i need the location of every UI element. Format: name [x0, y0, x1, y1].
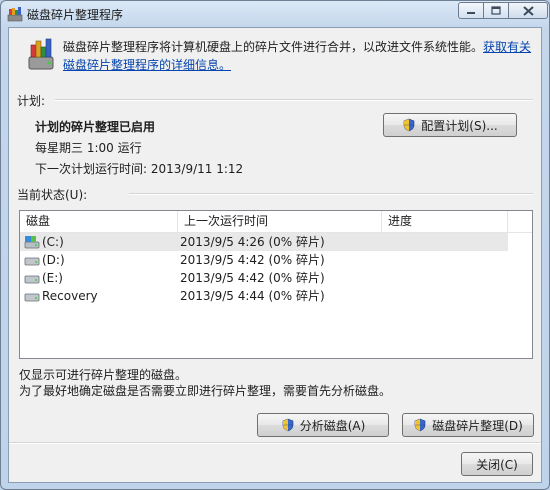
close-button[interactable]: 关闭(C): [461, 452, 533, 476]
disk-last-run: 2013/9/5 4:44 (0% 碎片): [180, 289, 325, 303]
shield-icon: [282, 418, 294, 432]
minimize-button[interactable]: [458, 2, 484, 19]
intro-description: 磁盘碎片整理程序将计算机硬盘上的碎片文件进行合并，以改进文件系统性能。: [63, 40, 484, 54]
shield-icon: [414, 418, 426, 432]
disk-list-header: 磁盘 上一次运行时间 进度: [20, 211, 532, 233]
note-line-1: 仅显示可进行碎片整理的磁盘。: [19, 368, 188, 382]
analyze-disk-button[interactable]: 分析磁盘(A): [257, 413, 389, 437]
column-progress[interactable]: 进度: [382, 211, 508, 232]
minimize-icon: [467, 11, 475, 14]
schedule-status: 计划的碎片整理已启用: [35, 120, 156, 134]
schedule-frequency: 每星期三 1:00 运行: [35, 141, 142, 155]
current-status-label: 当前状态(U):: [17, 188, 88, 202]
drive-icon: [24, 293, 40, 302]
client-area: 磁盘碎片整理程序将计算机硬盘上的碎片文件进行合并，以改进文件系统性能。获取有关磁…: [8, 27, 542, 483]
next-run-time: 下一次计划运行时间: 2013/9/11 1:12: [35, 162, 244, 176]
maximize-icon: [491, 6, 501, 15]
drive-icon: [24, 275, 40, 284]
close-label: 关闭(C): [476, 457, 518, 472]
configure-schedule-label: 配置计划(S)...: [421, 118, 498, 133]
disk-last-run: 2013/9/5 4:42 (0% 碎片): [180, 253, 325, 267]
status-separator: [129, 193, 533, 195]
drive-icon: [24, 257, 40, 266]
disk-name: (E:): [42, 271, 63, 285]
column-last-run[interactable]: 上一次运行时间: [178, 211, 382, 232]
column-disk[interactable]: 磁盘: [20, 211, 178, 232]
disk-row-d[interactable]: (D:) 2013/9/5 4:42 (0% 碎片): [20, 251, 508, 269]
close-icon: [522, 5, 534, 16]
analyze-disk-label: 分析磁盘(A): [299, 418, 366, 433]
defrag-icon: [28, 38, 54, 70]
configure-schedule-button[interactable]: 配置计划(S)...: [383, 113, 517, 137]
note-line-2: 为了最好地确定磁盘是否需要立即进行碎片整理，需要首先分析磁盘。: [19, 384, 392, 398]
system-drive-icon: [24, 236, 40, 249]
defragment-disk-label: 磁盘碎片整理(D): [432, 418, 523, 433]
disk-name: Recovery: [42, 289, 98, 303]
intro-text: 磁盘碎片整理程序将计算机硬盘上的碎片文件进行合并，以改进文件系统性能。获取有关磁…: [63, 38, 533, 74]
disk-last-run: 2013/9/5 4:26 (0% 碎片): [180, 235, 325, 249]
app-window: 磁盘碎片整理程序 磁盘碎片整理程序将计算机硬盘上的碎片文件进行合并，以改进文件系…: [0, 0, 550, 490]
schedule-separator: [55, 99, 533, 101]
maximize-button[interactable]: [483, 2, 509, 19]
disk-list[interactable]: 磁盘 上一次运行时间 进度 (C:) 2013/9/5 4:26 (0% 碎片): [19, 210, 533, 359]
close-window-button[interactable]: [508, 2, 548, 19]
footer-separator: [9, 442, 541, 444]
window-title: 磁盘碎片整理程序: [27, 8, 124, 22]
disk-last-run: 2013/9/5 4:42 (0% 碎片): [180, 271, 325, 285]
schedule-label: 计划:: [17, 94, 46, 108]
defrag-app-icon: [7, 7, 23, 22]
title-bar[interactable]: 磁盘碎片整理程序: [1, 1, 549, 27]
disk-row-recovery[interactable]: Recovery 2013/9/5 4:44 (0% 碎片): [20, 287, 508, 305]
disk-name: (C:): [42, 235, 64, 249]
list-blank-area: [508, 233, 530, 356]
disk-row-c[interactable]: (C:) 2013/9/5 4:26 (0% 碎片): [20, 233, 508, 251]
disk-row-e[interactable]: (E:) 2013/9/5 4:42 (0% 碎片): [20, 269, 508, 287]
disk-name: (D:): [42, 253, 65, 267]
shield-icon: [403, 118, 415, 132]
defragment-disk-button[interactable]: 磁盘碎片整理(D): [402, 413, 534, 437]
